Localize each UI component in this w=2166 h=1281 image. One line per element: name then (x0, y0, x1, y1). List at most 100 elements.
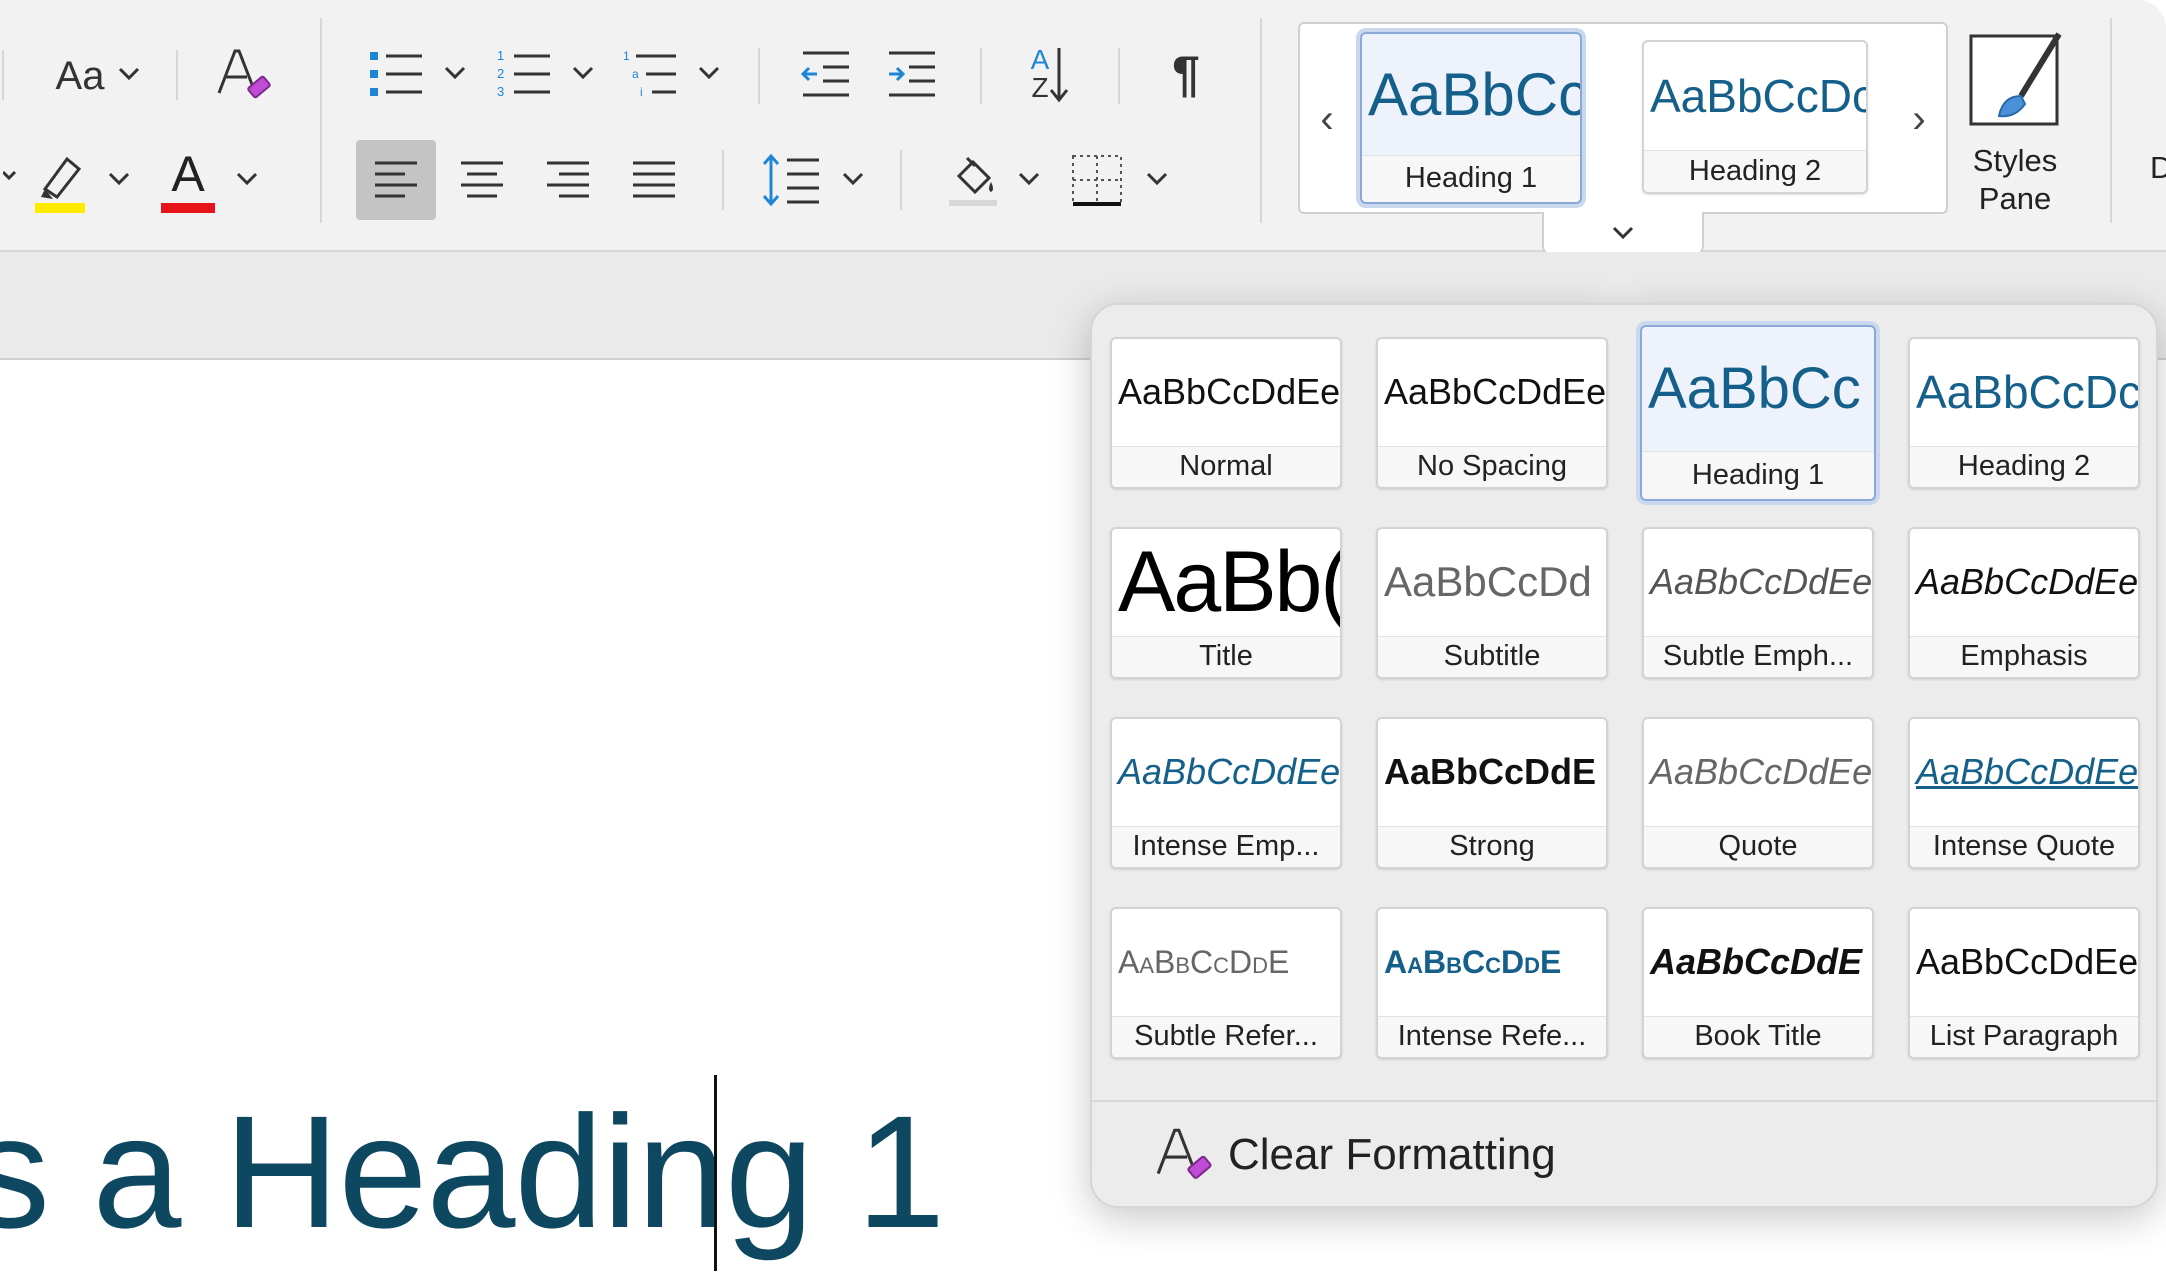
font-color-letter: A (171, 146, 205, 202)
style-tile-list-paragraph[interactable]: AaBbCcDdEe List Paragraph (1908, 907, 2140, 1059)
styles-pane-label-2: Pane (1978, 181, 2052, 216)
gallery-prev-button[interactable]: ‹ (1302, 64, 1352, 174)
font-color-button[interactable]: A (158, 148, 218, 214)
svg-text:i: i (640, 85, 643, 99)
bullets-button[interactable] (366, 44, 426, 104)
ribbon-separator (722, 150, 724, 210)
style-name: Intense Quote (1910, 825, 2138, 867)
style-preview: AaBbCcDdE (1118, 943, 1290, 980)
sort-button[interactable]: A Z (1016, 40, 1084, 108)
chevron-down-icon[interactable] (572, 66, 594, 80)
partial-next-label: D (2150, 150, 2166, 185)
style-name: List Paragraph (1910, 1015, 2138, 1057)
style-tile-intense-quote[interactable]: AaBbCcDdEe Intense Quote (1908, 717, 2140, 869)
numbering-button[interactable]: 1 2 3 (494, 44, 554, 104)
style-preview: AaBbCcDdEe (1916, 561, 2138, 603)
style-name: Intense Emp... (1112, 825, 1340, 867)
chevron-left-icon: ‹ (1320, 96, 1334, 141)
style-preview: AaBbCcDdE (1384, 943, 1562, 980)
show-formatting-button[interactable]: ¶ (1156, 44, 1216, 104)
styles-gallery: ‹ AaBbCc Heading 1 AaBbCcDc Heading 2 › (1298, 22, 1948, 214)
chevron-down-icon[interactable] (0, 150, 20, 200)
gallery-style-heading-1[interactable]: AaBbCc Heading 1 (1360, 32, 1582, 204)
clear-formatting-icon (1156, 1128, 1212, 1179)
style-tile-normal[interactable]: AaBbCcDdEe Normal (1110, 337, 1342, 489)
chevron-down-icon[interactable] (444, 66, 466, 80)
change-case-button[interactable]: Aa (38, 48, 158, 104)
increase-indent-icon (889, 51, 935, 97)
style-preview: AaBb( (1118, 533, 1340, 630)
styles-pane-button[interactable]: Styles Pane (1950, 30, 2080, 230)
chevron-right-icon: › (1912, 96, 1926, 141)
style-tile-intense-emp[interactable]: AaBbCcDdEe Intense Emp... (1110, 717, 1342, 869)
borders-icon (1072, 155, 1122, 206)
style-tile-subtle-emph[interactable]: AaBbCcDdEe Subtle Emph... (1642, 527, 1874, 679)
gallery-style-heading-2[interactable]: AaBbCcDc Heading 2 (1642, 40, 1868, 194)
svg-text:1: 1 (623, 49, 630, 63)
ribbon-separator (758, 48, 760, 104)
style-name: Quote (1644, 825, 1872, 867)
shading-button[interactable] (940, 148, 1006, 212)
align-center-icon (461, 161, 503, 198)
chevron-down-icon[interactable] (1018, 172, 1040, 186)
style-name: Emphasis (1910, 635, 2138, 677)
highlight-color-button[interactable] (30, 148, 90, 214)
svg-text:3: 3 (497, 84, 504, 99)
align-left-button[interactable] (356, 140, 436, 220)
clear-formatting-button[interactable] (210, 40, 280, 110)
borders-button[interactable] (1064, 148, 1130, 212)
style-name: Book Title (1644, 1015, 1872, 1057)
style-tile-intense-refe[interactable]: AaBbCcDdE Intense Refe... (1376, 907, 1608, 1059)
ribbon-separator (900, 150, 902, 210)
svg-text:1: 1 (497, 48, 504, 63)
decrease-indent-button[interactable] (796, 44, 856, 104)
style-tile-no-spacing[interactable]: AaBbCcDdEe No Spacing (1376, 337, 1608, 489)
style-preview: AaBbCcDc (1916, 366, 2138, 419)
chevron-down-icon (1612, 226, 1634, 240)
clear-formatting-label: Clear Formatting (1228, 1130, 1556, 1179)
svg-text:a: a (632, 67, 639, 81)
change-case-label: Aa (55, 53, 105, 98)
chevron-down-icon[interactable] (108, 172, 130, 186)
document-heading-text[interactable]: s a Heading 1 (0, 1080, 945, 1264)
style-tile-title[interactable]: AaBb(Title (1110, 527, 1342, 679)
align-right-button[interactable] (528, 140, 608, 220)
style-name: Heading 1 (1642, 450, 1874, 499)
increase-indent-button[interactable] (882, 44, 942, 104)
multilevel-list-button[interactable]: 1 a i (620, 44, 680, 104)
justify-button[interactable] (614, 140, 694, 220)
style-preview: AaBbCc (1368, 60, 1580, 128)
ribbon-separator (2110, 18, 2112, 223)
line-spacing-button[interactable] (758, 148, 824, 212)
numbered-list-icon: 1 2 3 (497, 48, 550, 99)
style-tile-heading-1[interactable]: AaBbCc Heading 1 (1640, 325, 1876, 501)
style-tile-subtle-refer[interactable]: AaBbCcDdE Subtle Refer... (1110, 907, 1342, 1059)
chevron-down-icon[interactable] (698, 66, 720, 80)
styles-pane-icon (1969, 32, 2062, 126)
multilevel-list-icon: 1 a i (623, 49, 676, 99)
style-tile-quote[interactable]: AaBbCcDdEe Quote (1642, 717, 1874, 869)
chevron-down-icon[interactable] (236, 172, 258, 186)
chevron-down-icon[interactable] (842, 172, 864, 186)
style-preview: AaBbCcDdEe (1650, 751, 1872, 793)
word-window: Aa A 1 2 3 1 a i A Z ¶ ‹ AaBbCc Heading … (0, 0, 2166, 1281)
style-preview: AaBbCcDdEe (1384, 371, 1606, 413)
gallery-next-button[interactable]: › (1894, 64, 1944, 174)
style-name: Heading 1 (1362, 154, 1580, 202)
chevron-down-icon[interactable] (1146, 172, 1168, 186)
align-center-button[interactable] (442, 140, 522, 220)
style-tile-heading-2[interactable]: AaBbCcDc Heading 2 (1908, 337, 2140, 489)
style-tile-emphasis[interactable]: AaBbCcDdEe Emphasis (1908, 527, 2140, 679)
pilcrow-icon: ¶ (1172, 46, 1200, 102)
style-tile-subtitle[interactable]: AaBbCcDd Subtitle (1376, 527, 1608, 679)
style-tile-strong[interactable]: AaBbCcDdE Strong (1376, 717, 1608, 869)
style-tile-book-title[interactable]: AaBbCcDdE Book Title (1642, 907, 1874, 1059)
gallery-expand-button[interactable] (1542, 212, 1704, 256)
style-preview: AaBbCcDdEe (1916, 941, 2138, 983)
sort-a-label: A (1030, 44, 1050, 75)
clear-formatting-menu-item[interactable]: Clear Formatting (1152, 1117, 1632, 1193)
style-name: Strong (1378, 825, 1606, 867)
style-preview: AaBbCcDdEe (1650, 561, 1872, 603)
chevron-down-icon (118, 67, 140, 86)
ribbon-separator (1260, 18, 1262, 223)
